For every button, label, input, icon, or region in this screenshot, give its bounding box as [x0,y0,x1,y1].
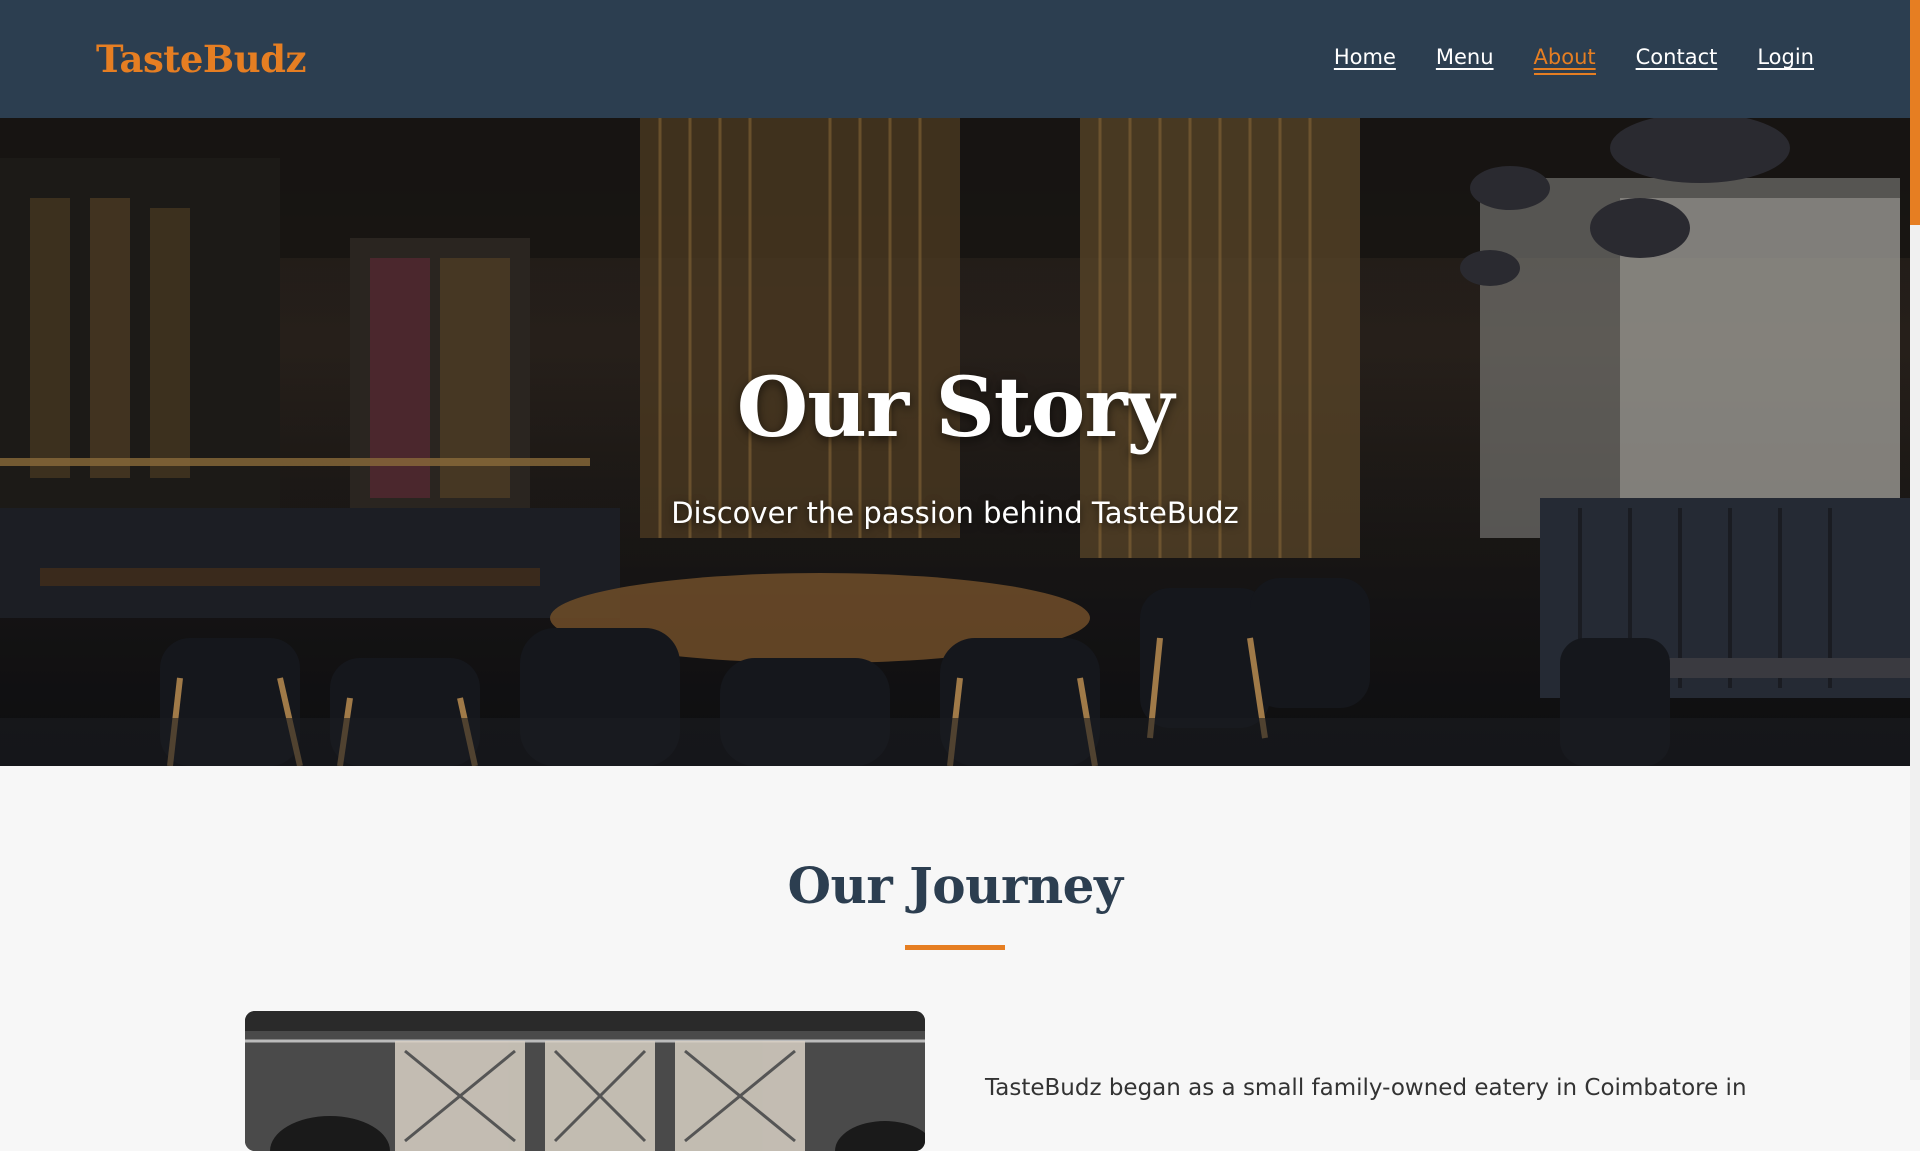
nav-link-about[interactable]: About [1533,45,1596,75]
journey-paragraph: TasteBudz began as a small family-owned … [985,1075,1747,1101]
main-nav: Home Menu About Contact Login [1334,45,1814,75]
title-divider [905,945,1005,950]
restaurant-interior-image [245,1011,925,1151]
journey-section: Our Journey TasteBudz began as a small f… [0,766,1910,1151]
scrollbar-thumb[interactable] [1910,0,1920,225]
hero-content: Our Story Discover the passion behind Ta… [0,118,1910,766]
nav-link-login[interactable]: Login [1757,45,1814,73]
nav-link-menu[interactable]: Menu [1436,45,1494,73]
site-header: TasteBudz Home Menu About Contact Login [0,0,1910,118]
journey-image [245,1011,925,1151]
hero-section: Our Story Discover the passion behind Ta… [0,118,1910,766]
brand-logo[interactable]: TasteBudz [96,37,306,81]
hero-subtitle: Discover the passion behind TasteBudz [671,496,1239,530]
hero-title: Our Story [736,360,1174,456]
page-scrollbar[interactable] [1910,0,1920,1080]
nav-link-home[interactable]: Home [1334,45,1396,73]
nav-link-contact[interactable]: Contact [1636,45,1718,73]
journey-title: Our Journey [787,856,1123,915]
